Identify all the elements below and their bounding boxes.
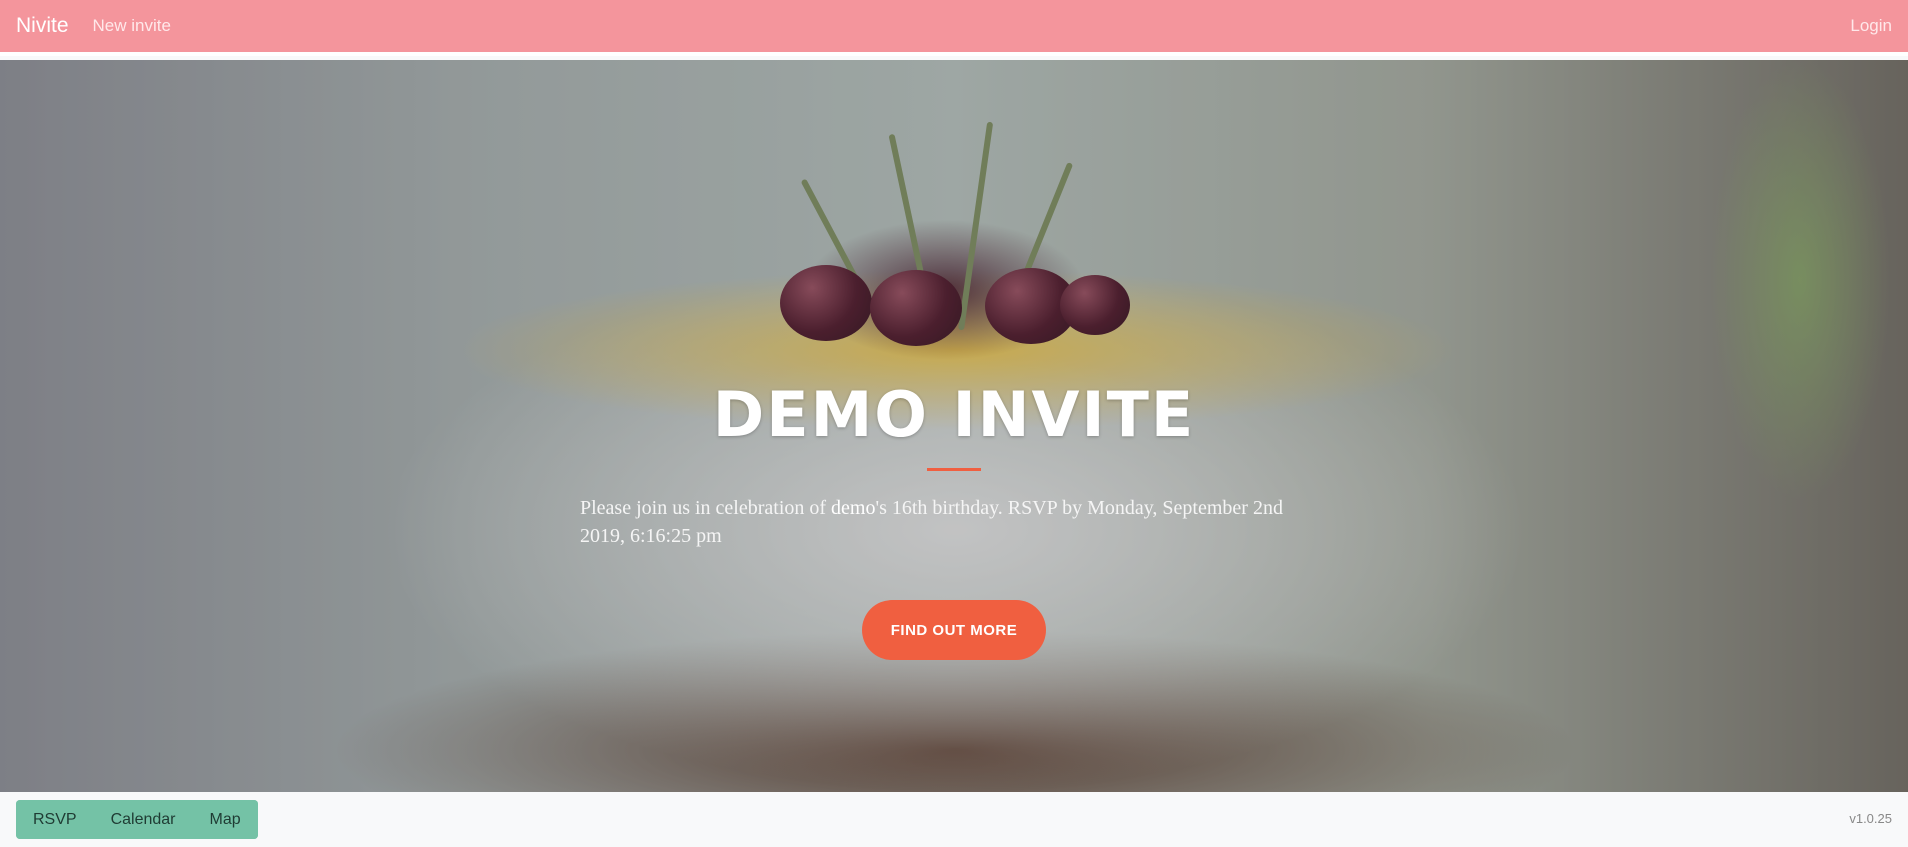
- rsvp-button[interactable]: RSVP: [16, 800, 94, 839]
- invite-message-prefix: Please join us in celebration of: [580, 497, 832, 519]
- title-divider: [927, 468, 981, 471]
- hero-title: DEMO INVITE: [712, 378, 1196, 451]
- invitee-name: demo: [831, 497, 876, 519]
- calendar-button[interactable]: Calendar: [93, 800, 193, 839]
- footer-button-group: RSVP Calendar Map: [16, 800, 258, 839]
- login-link[interactable]: Login: [1850, 16, 1892, 36]
- top-navbar: Nivite New invite Login: [0, 0, 1908, 56]
- new-invite-link[interactable]: New invite: [93, 16, 171, 36]
- footer-bar: RSVP Calendar Map v1.0.25: [0, 792, 1908, 847]
- hero-section: DEMO INVITE: [0, 60, 1908, 792]
- brand-link[interactable]: Nivite: [16, 14, 69, 38]
- map-button[interactable]: Map: [192, 800, 258, 839]
- invite-message: Please join us in celebration of demo's …: [580, 494, 1328, 550]
- hero-content: DEMO INVITE: [0, 60, 1908, 792]
- version-label: v1.0.25: [1849, 811, 1892, 826]
- find-out-more-button[interactable]: FIND OUT MORE: [862, 600, 1046, 660]
